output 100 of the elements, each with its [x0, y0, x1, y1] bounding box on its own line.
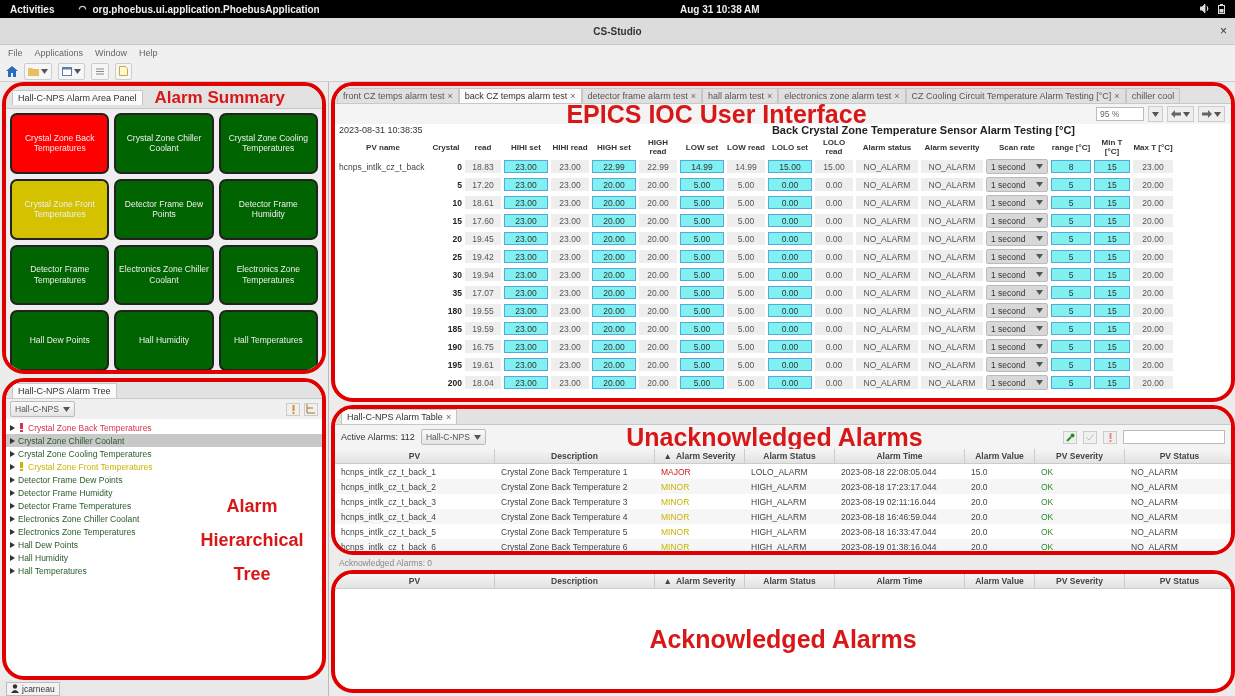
panel-tab[interactable]: Hall-C-NPS Alarm Table ×	[341, 409, 458, 424]
scan-rate-dropdown[interactable]: 1 second	[986, 339, 1048, 355]
setpoint-field[interactable]: 5.00	[680, 214, 724, 228]
setpoint-field[interactable]: 0.00	[768, 268, 812, 282]
setpoint-field[interactable]: 5	[1051, 358, 1091, 372]
column-header[interactable]: ▲ Alarm Severity	[655, 449, 745, 464]
setpoint-field[interactable]: 0.00	[768, 250, 812, 264]
activities-button[interactable]: Activities	[10, 3, 55, 15]
tab-close-button[interactable]: ×	[894, 91, 900, 101]
setpoint-field[interactable]: 20.00	[592, 232, 636, 246]
alarm-area-tile[interactable]: Hall Humidity	[114, 310, 214, 370]
display-tab[interactable]: hall alarm test ×	[701, 88, 779, 103]
menu-item[interactable]: Window	[95, 48, 128, 58]
setpoint-field[interactable]: 23.00	[504, 340, 548, 354]
column-header[interactable]: Alarm Time	[835, 449, 965, 464]
open-menu-button[interactable]	[24, 62, 52, 80]
setpoint-field[interactable]: 15	[1094, 178, 1130, 192]
setpoint-field[interactable]: 5.00	[680, 232, 724, 246]
user-button[interactable]: jcarneau	[6, 681, 60, 696]
app-name[interactable]: org.phoebus.ui.application.PhoebusApplication	[92, 3, 320, 15]
setpoint-field[interactable]: 23.00	[504, 232, 548, 246]
setpoint-field[interactable]: 20.00	[592, 322, 636, 336]
setpoint-field[interactable]: 5.00	[680, 322, 724, 336]
scan-rate-dropdown[interactable]: 1 second	[986, 195, 1048, 211]
display-tab[interactable]: electronics zone alarm test ×	[778, 88, 906, 103]
tree-item[interactable]: Detector Frame Dew Points	[6, 473, 127, 486]
menu-item[interactable]: File	[8, 48, 23, 58]
tab-close-button[interactable]: ×	[447, 91, 453, 101]
column-header[interactable]: ▲ Alarm Severity	[655, 574, 745, 589]
column-header[interactable]: PV	[335, 574, 495, 589]
setpoint-field[interactable]: 15	[1094, 214, 1130, 228]
setpoint-field[interactable]: 15	[1094, 286, 1130, 300]
alarm-area-tile[interactable]: Hall Dew Points	[10, 310, 110, 370]
setpoint-field[interactable]: 0.00	[768, 376, 812, 390]
setpoint-field[interactable]: 20.00	[592, 196, 636, 210]
setpoint-field[interactable]: 23.00	[504, 268, 548, 282]
tree-item[interactable]: Crystal Zone Chiller Coolant	[6, 434, 322, 447]
zoom-dropdown[interactable]	[1148, 106, 1163, 122]
setpoint-field[interactable]: 20.00	[592, 178, 636, 192]
setpoint-field[interactable]: 0.00	[768, 286, 812, 300]
tree-item[interactable]: Hall Humidity	[6, 551, 73, 564]
scan-rate-dropdown[interactable]: 1 second	[986, 249, 1048, 265]
setpoint-field[interactable]: 20.00	[592, 340, 636, 354]
setpoint-field[interactable]: 5	[1051, 340, 1091, 354]
alarm-area-tile[interactable]: Electronics Zone Temperatures	[218, 244, 318, 306]
setpoint-field[interactable]: 20.00	[592, 268, 636, 282]
menu-item[interactable]: Applications	[34, 48, 84, 58]
back-button[interactable]	[1167, 106, 1194, 122]
battery-icon[interactable]	[1218, 4, 1225, 14]
panel-tab[interactable]: Hall-C-NPS Alarm Tree	[12, 383, 117, 398]
tree-item[interactable]: Crystal Zone Back Temperatures	[6, 421, 156, 434]
setpoint-field[interactable]: 8	[1051, 160, 1091, 174]
alarm-area-tile[interactable]: Electronics Zone Chiller Coolant	[114, 244, 214, 306]
tab-close-button[interactable]: ×	[766, 91, 773, 101]
setpoint-field[interactable]: 23.00	[504, 250, 548, 264]
setpoint-field[interactable]: 0.00	[768, 178, 812, 192]
setpoint-field[interactable]: 22.99	[592, 160, 636, 174]
setpoint-field[interactable]: 5	[1051, 376, 1091, 390]
tree-item[interactable]: Electronics Zone Temperatures	[6, 525, 140, 538]
display-tab[interactable]: chiller cool	[1125, 88, 1181, 103]
setpoint-field[interactable]: 15	[1094, 268, 1130, 282]
setpoint-field[interactable]: 0.00	[768, 322, 812, 336]
zoom-field[interactable]: 95 %	[1096, 107, 1144, 121]
scan-rate-dropdown[interactable]: 1 second	[986, 267, 1048, 283]
tab-close-button[interactable]: ×	[1114, 91, 1120, 101]
setpoint-field[interactable]: 5	[1051, 268, 1091, 282]
setpoint-field[interactable]: 0.00	[768, 358, 812, 372]
setpoint-field[interactable]: 5	[1051, 214, 1091, 228]
setpoint-field[interactable]: 5.00	[680, 340, 724, 354]
setpoint-field[interactable]: 23.00	[504, 286, 548, 300]
setpoint-field[interactable]: 5.00	[680, 304, 724, 318]
setpoint-field[interactable]: 5.00	[680, 250, 724, 264]
alarm-area-tile[interactable]: Crystal Zone Cooling Temperatures	[218, 113, 318, 174]
setpoint-field[interactable]: 15	[1094, 358, 1130, 372]
setpoint-field[interactable]: 23.00	[504, 214, 548, 228]
setpoint-field[interactable]: 0.00	[768, 214, 812, 228]
tab-close-button[interactable]: ×	[570, 91, 576, 101]
setpoint-field[interactable]: 0.00	[768, 304, 812, 318]
setpoint-field[interactable]: 15.00	[768, 160, 812, 174]
setpoint-field[interactable]: 5	[1051, 232, 1091, 246]
display-tab[interactable]: CZ Cooling Circuit Temperature Alarm Testing [°C] ×	[905, 88, 1126, 103]
tree-item[interactable]: Detector Frame Humidity	[6, 486, 117, 499]
tab-close-button[interactable]: ×	[445, 412, 452, 422]
panel-tab[interactable]: Hall-C-NPS Alarm Area Panel	[12, 89, 143, 105]
display-tab[interactable]: detector frame alarm test ×	[581, 88, 702, 103]
scan-rate-dropdown[interactable]: 1 second	[986, 357, 1048, 373]
alarm-area-tile[interactable]: Detector Frame Temperatures	[10, 244, 110, 306]
setpoint-field[interactable]: 23.00	[504, 304, 548, 318]
setpoint-field[interactable]: 20.00	[592, 250, 636, 264]
speaker-icon[interactable]	[1200, 4, 1210, 13]
setpoint-field[interactable]: 5	[1051, 286, 1091, 300]
setpoint-field[interactable]: 5.00	[680, 178, 724, 192]
setpoint-field[interactable]: 20.00	[592, 358, 636, 372]
column-header[interactable]: Alarm Status	[745, 574, 835, 589]
setpoint-field[interactable]: 5.00	[680, 376, 724, 390]
column-header[interactable]: Alarm Value	[965, 449, 1035, 464]
setpoint-field[interactable]: 5.00	[680, 268, 724, 282]
forward-button[interactable]	[1198, 106, 1225, 122]
clock[interactable]: Aug 31 10:38 AM	[680, 3, 760, 15]
setpoint-field[interactable]: 5	[1051, 178, 1091, 192]
